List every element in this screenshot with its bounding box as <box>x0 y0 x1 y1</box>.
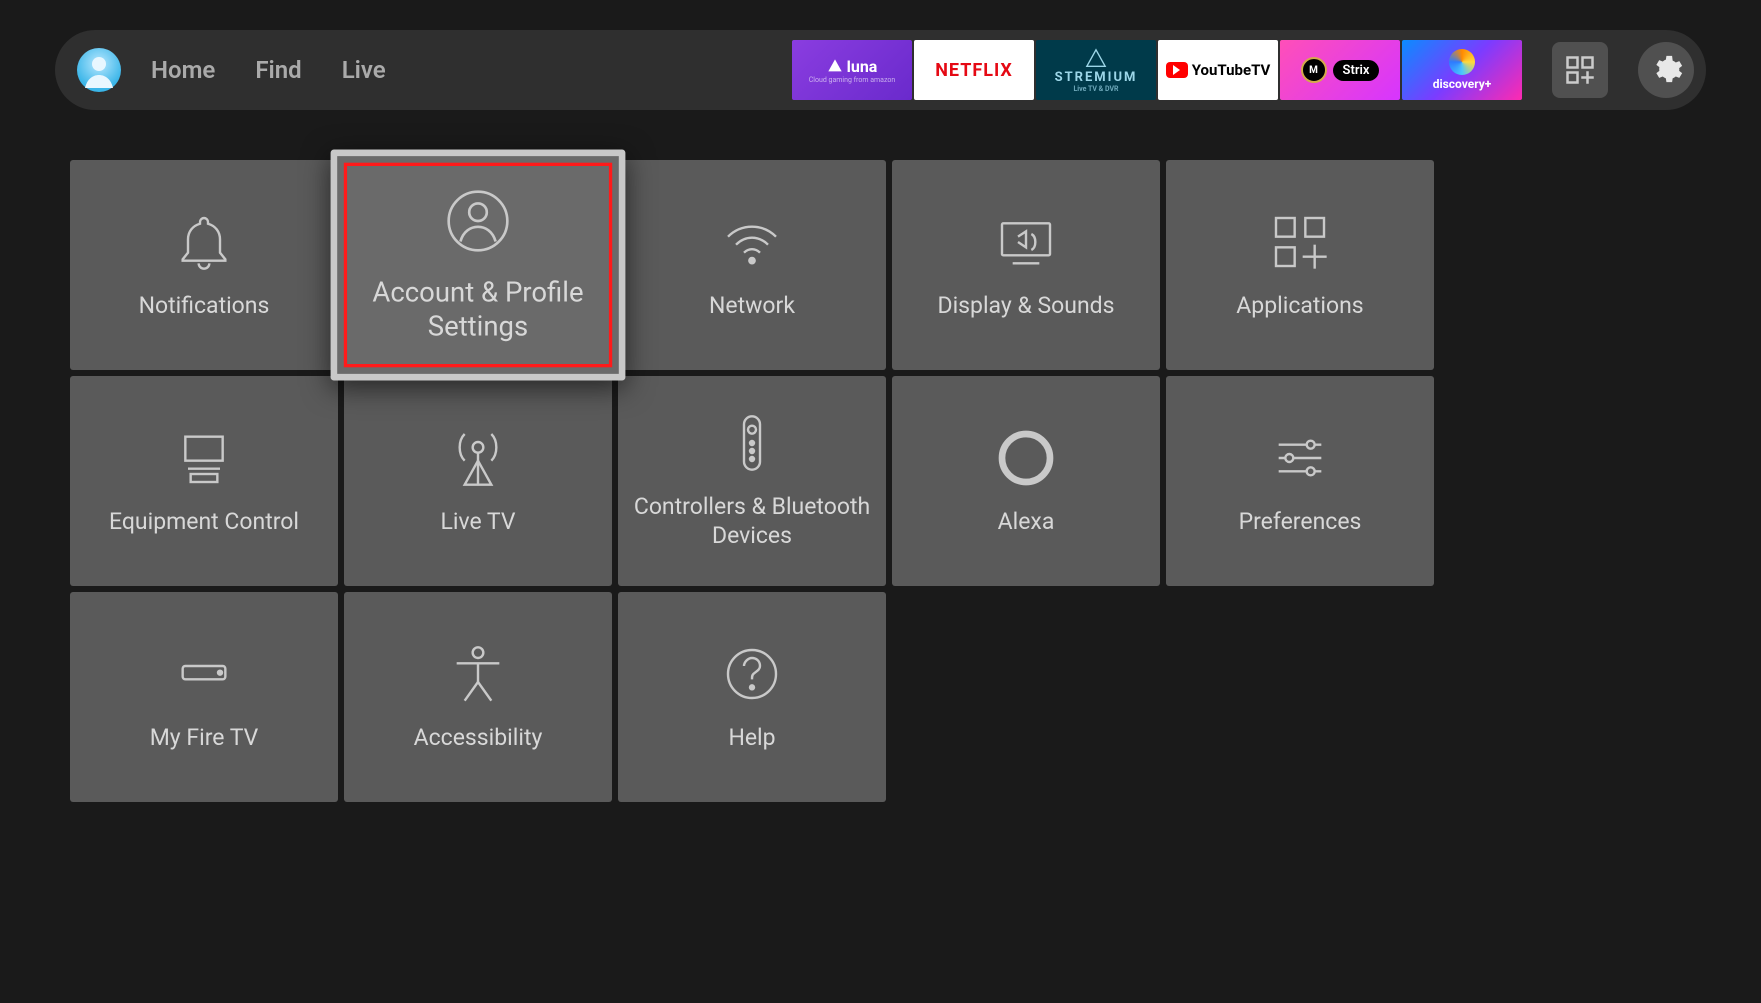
nav-links: Home Find Live <box>151 56 386 84</box>
app-shortcut-row: luna Cloud gaming from amazon NETFLIX ST… <box>792 40 1522 100</box>
app-strix-label: Strix <box>1333 60 1380 81</box>
app-luna-label: luna <box>847 57 878 76</box>
app-netflix[interactable]: NETFLIX <box>914 40 1034 100</box>
settings-tile-accessibility[interactable]: Accessibility <box>344 592 612 802</box>
settings-tile-label: Alexa <box>998 508 1055 537</box>
settings-tile-label: Equipment Control <box>109 508 299 537</box>
stremium-icon <box>1085 48 1107 70</box>
profile-avatar[interactable] <box>77 48 121 92</box>
settings-tile-label: My Fire TV <box>150 724 259 753</box>
app-stremium[interactable]: STREMIUM Live TV & DVR <box>1036 40 1156 100</box>
settings-tile-myfiretv[interactable]: My Fire TV <box>70 592 338 802</box>
accessibility-icon <box>446 642 510 706</box>
settings-grid: Notifications Account & Profile Settings N… <box>70 160 1691 802</box>
luna-icon <box>827 58 843 74</box>
settings-tile-label: Notifications <box>139 292 270 321</box>
settings-tile-label: Help <box>728 724 775 753</box>
app-netflix-label: NETFLIX <box>935 60 1013 81</box>
settings-tile-label: Applications <box>1236 292 1363 321</box>
nav-home[interactable]: Home <box>151 56 215 84</box>
help-icon <box>720 642 784 706</box>
settings-tile-controllers[interactable]: Controllers & Bluetooth Devices <box>618 376 886 586</box>
app-strix[interactable]: M Strix <box>1280 40 1400 100</box>
equipment-icon <box>172 426 236 490</box>
settings-tile-notifications[interactable]: Notifications <box>70 160 338 370</box>
settings-button[interactable] <box>1638 42 1694 98</box>
discovery-icon <box>1449 49 1475 75</box>
settings-tile-alexa[interactable]: Alexa <box>892 376 1160 586</box>
youtube-icon <box>1166 62 1188 78</box>
settings-tile-display[interactable]: Display & Sounds <box>892 160 1160 370</box>
settings-tile-label: Network <box>709 292 795 321</box>
nav-live[interactable]: Live <box>342 56 386 84</box>
settings-tile-label: Live TV <box>441 508 516 537</box>
app-luna[interactable]: luna Cloud gaming from amazon <box>792 40 912 100</box>
firetv-icon <box>172 642 236 706</box>
settings-tile-label: Controllers & Bluetooth Devices <box>632 493 872 551</box>
settings-tile-help[interactable]: Help <box>618 592 886 802</box>
gear-icon <box>1649 53 1683 87</box>
settings-tile-preferences[interactable]: Preferences <box>1166 376 1434 586</box>
app-youtubetv[interactable]: YouTubeTV <box>1158 40 1278 100</box>
person-icon <box>79 50 119 90</box>
person-icon <box>443 186 513 256</box>
app-discovery-label: discovery+ <box>1433 77 1492 91</box>
apps-grid-button[interactable] <box>1552 42 1608 98</box>
nav-find[interactable]: Find <box>255 56 301 84</box>
app-discovery[interactable]: discovery+ <box>1402 40 1522 100</box>
wifi-icon <box>720 210 784 274</box>
settings-tile-label: Preferences <box>1239 508 1362 537</box>
apps-grid-icon <box>1565 55 1595 85</box>
app-stremium-label: STREMIUM <box>1055 70 1138 85</box>
display-icon <box>994 210 1058 274</box>
bell-icon <box>172 210 236 274</box>
settings-tile-livetv[interactable]: Live TV <box>344 376 612 586</box>
settings-tile-label: Accessibility <box>414 724 543 753</box>
strix-icon: M <box>1301 57 1327 83</box>
alexa-icon <box>994 426 1058 490</box>
top-navigation-bar: Home Find Live luna Cloud gaming from am… <box>55 30 1706 110</box>
settings-tile-equipment[interactable]: Equipment Control <box>70 376 338 586</box>
settings-tile-applications[interactable]: Applications <box>1166 160 1434 370</box>
settings-tile-label: Account & Profile Settings <box>348 276 608 345</box>
remote-icon <box>720 411 784 475</box>
app-stremium-sub: Live TV & DVR <box>1073 85 1118 93</box>
app-youtubetv-label: YouTubeTV <box>1192 61 1271 79</box>
settings-tile-label: Display & Sounds <box>937 292 1114 321</box>
settings-tile-account[interactable]: Account & Profile Settings <box>331 150 626 381</box>
sliders-icon <box>1268 426 1332 490</box>
settings-tile-network[interactable]: Network <box>618 160 886 370</box>
apps-icon <box>1268 210 1332 274</box>
antenna-icon <box>446 426 510 490</box>
